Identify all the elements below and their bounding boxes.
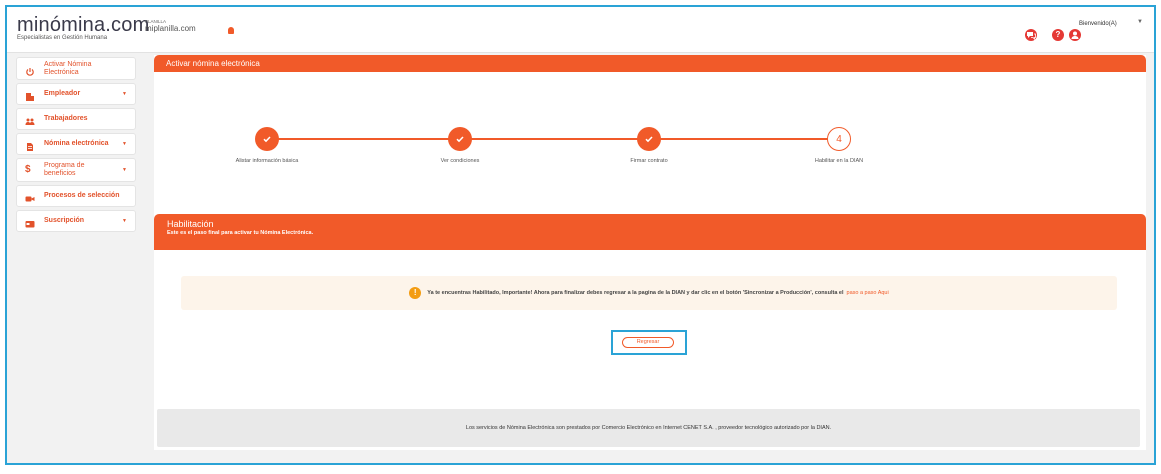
- partner-logo: PLANILLA miplanilla.com: [145, 19, 196, 34]
- sidebar-item-label: Procesos de selección: [44, 192, 120, 199]
- sidebar-item-suscripcion[interactable]: Suscripción ▼: [16, 210, 136, 232]
- section-subtitle: Este es el paso final para activar tu Nó…: [167, 230, 314, 236]
- step-1: Alistar información básica: [217, 127, 317, 164]
- sidebar-item-trabajadores[interactable]: Trabajadores: [16, 108, 136, 130]
- sidebar-item-label: Suscripción: [44, 217, 85, 224]
- video-icon: [25, 191, 35, 202]
- users-icon: [25, 114, 35, 125]
- alert-text: Ya te encuentras Habilitado, Importante!…: [427, 290, 844, 296]
- chevron-down-icon: ▼: [122, 141, 127, 147]
- check-icon: [637, 127, 661, 151]
- sidebar-item-empleador[interactable]: Empleador ▼: [16, 83, 136, 105]
- top-bar: minómina.com Especialistas en Gestión Hu…: [7, 7, 1154, 53]
- step-label: Habilitar en la DIAN: [814, 158, 864, 164]
- page-title: Activar nómina electrónica: [154, 55, 1146, 72]
- chevron-down-icon: ▼: [122, 167, 127, 173]
- step-label: Ver condiciones: [440, 158, 480, 164]
- welcome-text[interactable]: Bienvenido(A): [1079, 21, 1117, 27]
- progress-stepper: Alistar información básica Ver condicion…: [154, 119, 1146, 169]
- check-icon: [448, 127, 472, 151]
- sidebar-item-nomina[interactable]: Nómina electrónica ▼: [16, 133, 136, 155]
- check-icon: [255, 127, 279, 151]
- step-number: 4: [827, 127, 851, 151]
- power-icon: [25, 64, 35, 76]
- partner-name: miplanilla.com: [145, 24, 196, 33]
- help-icon[interactable]: ?: [1052, 29, 1064, 41]
- step-3: Firmar contrato: [599, 127, 699, 164]
- dollar-icon: $: [25, 164, 31, 175]
- sidebar-item-activar[interactable]: Activar Nómina Electrónica: [16, 57, 136, 80]
- highlight-box: Regresar: [611, 330, 687, 355]
- section-title: Habilitación: [167, 219, 214, 229]
- sidebar: Activar Nómina Electrónica Empleador ▼ T…: [16, 57, 136, 235]
- sidebar-item-label: Activar Nómina Electrónica: [44, 60, 92, 76]
- document-icon: [25, 139, 35, 151]
- sidebar-item-programa[interactable]: $ Programa de beneficios ▼: [16, 158, 136, 182]
- chevron-down-icon: ▼: [122, 91, 127, 97]
- step-4: 4 Habilitar en la DIAN: [789, 127, 889, 164]
- main-card: Activar nómina electrónica Alistar infor…: [154, 55, 1146, 450]
- footer-notice: Los servicios de Nómina Electrónica son …: [157, 409, 1140, 447]
- stepper-line: [267, 138, 839, 140]
- card-icon: [25, 216, 35, 228]
- sidebar-item-label: Programa de beneficios: [44, 162, 85, 177]
- logo-tagline: Especialistas en Gestión Humana: [17, 35, 108, 41]
- step-label: Alistar información básica: [235, 158, 299, 164]
- sidebar-item-label: Trabajadores: [44, 115, 88, 122]
- sidebar-item-label: Empleador: [44, 90, 81, 97]
- info-alert: ! Ya te encuentras Habilitado, Important…: [181, 276, 1117, 310]
- back-button[interactable]: Regresar: [622, 337, 674, 348]
- sidebar-item-label: Nómina electrónica: [44, 140, 109, 147]
- chevron-down-icon: ▼: [122, 218, 127, 224]
- step-2: Ver condiciones: [410, 127, 510, 164]
- app-window: minómina.com Especialistas en Gestión Hu…: [5, 5, 1156, 465]
- building-icon: [25, 89, 35, 101]
- logo-text: minómina.com: [17, 14, 150, 36]
- user-icon[interactable]: [1069, 29, 1081, 41]
- flame-icon: [228, 27, 234, 34]
- sidebar-item-procesos[interactable]: Procesos de selección: [16, 185, 136, 207]
- alert-link[interactable]: paso a paso Aqui: [847, 290, 889, 296]
- step-label: Firmar contrato: [630, 158, 668, 164]
- chevron-down-icon[interactable]: ▼: [1137, 19, 1143, 25]
- info-icon: !: [409, 287, 422, 299]
- logo[interactable]: minómina.com Especialistas en Gestión Hu…: [17, 15, 149, 42]
- section-header: Habilitación Este es el paso final para …: [154, 214, 1146, 250]
- chat-icon[interactable]: [1025, 29, 1037, 41]
